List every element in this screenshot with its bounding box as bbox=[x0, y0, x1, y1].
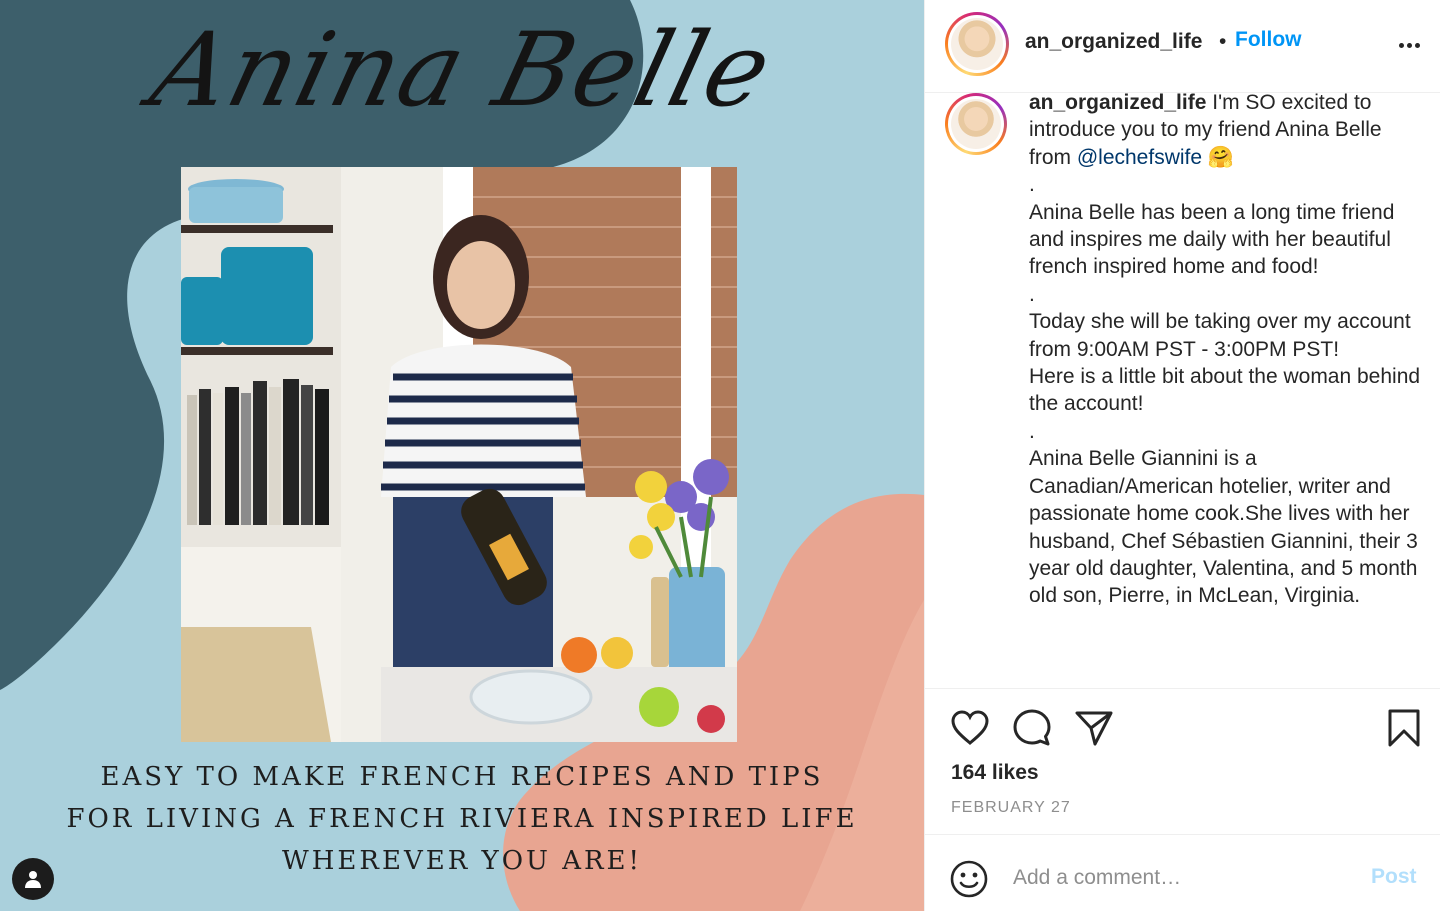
comment-button[interactable] bbox=[1011, 707, 1053, 749]
mention-link[interactable]: @lechefswife bbox=[1077, 146, 1202, 169]
caption-paragraph: . bbox=[1029, 282, 1035, 306]
caption-paragraph: Today she will be taking over my account… bbox=[1029, 310, 1411, 361]
post-comment-button[interactable]: Post bbox=[1371, 865, 1417, 889]
caption-paragraph: Here is a little bit about the woman beh… bbox=[1029, 365, 1421, 416]
bookmark-icon bbox=[1388, 709, 1420, 747]
caption-text: an_organized_life I'm SO excited to intr… bbox=[1029, 93, 1425, 610]
header-username[interactable]: an_organized_life bbox=[1025, 30, 1202, 54]
save-button[interactable] bbox=[1383, 707, 1425, 749]
emoji-icon bbox=[950, 860, 988, 898]
caption-line: EASY TO MAKE FRENCH RECIPES AND TIPS bbox=[100, 762, 824, 792]
add-comment-bar: Post bbox=[925, 834, 1440, 911]
post-actions: 164 likes FEBRUARY 27 bbox=[925, 688, 1440, 834]
caption-avatar[interactable] bbox=[945, 93, 1007, 155]
more-options-button[interactable] bbox=[1393, 30, 1425, 60]
heart-icon bbox=[951, 710, 989, 745]
caption-paragraph: . bbox=[1029, 419, 1035, 443]
kitchen-photo-illustration bbox=[181, 167, 737, 742]
share-icon bbox=[1075, 711, 1113, 746]
likes-count[interactable]: 164 likes bbox=[951, 761, 1039, 785]
follow-button[interactable]: Follow bbox=[1235, 28, 1302, 52]
post-image: Anina Belle EASY TO MAKE FRENCH RECIPES … bbox=[0, 0, 924, 911]
post-sidebar: an_organized_life • Follow an_organized_… bbox=[924, 0, 1440, 911]
like-button[interactable] bbox=[949, 707, 991, 749]
comment-input[interactable] bbox=[1013, 857, 1353, 899]
comment-icon bbox=[1013, 709, 1051, 746]
post-title-script: Anina Belle bbox=[140, 11, 784, 130]
caption-paragraph: Anina Belle has been a long time friend … bbox=[1029, 200, 1395, 279]
post-date[interactable]: FEBRUARY 27 bbox=[951, 799, 1071, 817]
caption-line: FOR LIVING A FRENCH RIVIERA INSPIRED LIF… bbox=[66, 804, 858, 834]
comments-area: an_organized_life I'm SO excited to intr… bbox=[925, 92, 1440, 688]
caption-paragraph: . bbox=[1029, 173, 1035, 197]
more-horizontal-icon bbox=[1398, 42, 1404, 48]
post-image-caption: EASY TO MAKE FRENCH RECIPES AND TIPS FOR… bbox=[60, 756, 864, 882]
caption-paragraph: Anina Belle Giannini is a Canadian/Ameri… bbox=[1029, 447, 1418, 608]
hug-emoji: 🤗 bbox=[1207, 145, 1235, 169]
post-header: an_organized_life • Follow bbox=[925, 0, 1440, 90]
avatar[interactable] bbox=[945, 12, 1009, 76]
share-button[interactable] bbox=[1073, 707, 1115, 749]
header-separator: • bbox=[1219, 30, 1227, 53]
user-icon bbox=[25, 871, 41, 888]
post-photo bbox=[181, 167, 737, 742]
user-tag-button[interactable] bbox=[12, 858, 54, 900]
caption-username[interactable]: an_organized_life bbox=[1029, 93, 1206, 114]
emoji-button[interactable] bbox=[949, 859, 989, 899]
caption-line: WHEREVER YOU ARE! bbox=[282, 846, 642, 876]
